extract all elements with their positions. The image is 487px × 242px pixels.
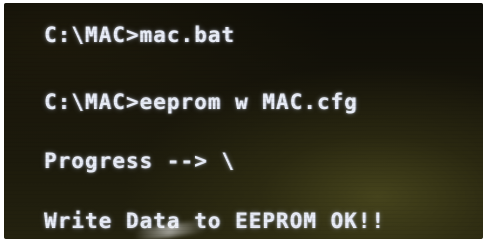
progress-line: Progress --> \	[44, 149, 236, 173]
photo-frame: C:\MAC>mac.bat C:\MAC>eeprom w MAC.cfg P…	[0, 0, 487, 242]
terminal-screen: C:\MAC>mac.bat C:\MAC>eeprom w MAC.cfg P…	[4, 3, 483, 239]
command-line-mac-bat: C:\MAC>mac.bat	[44, 23, 236, 47]
success-message: Write Data to EEPROM OK!!	[44, 209, 386, 233]
command-line-eeprom-write: C:\MAC>eeprom w MAC.cfg	[44, 90, 358, 114]
